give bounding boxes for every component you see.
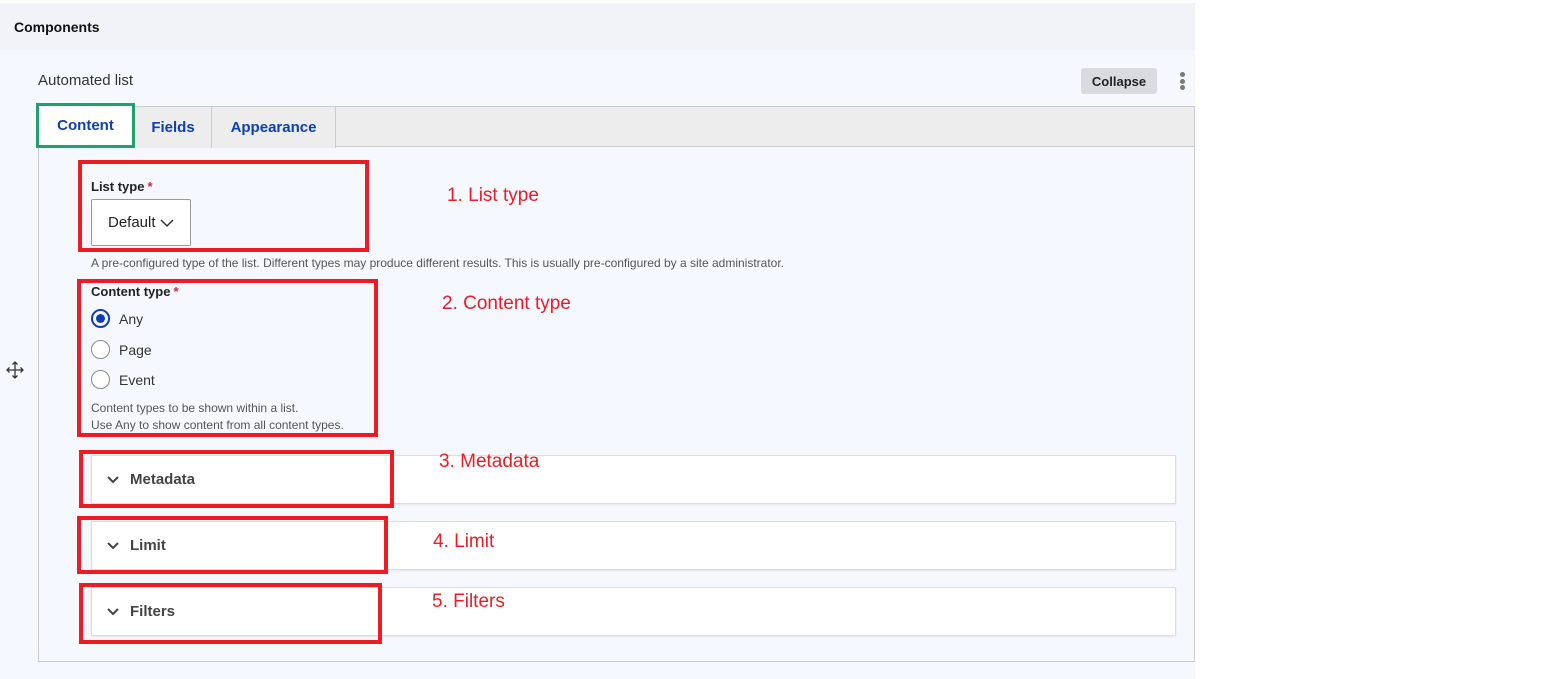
radio-unchecked-icon[interactable] bbox=[91, 370, 110, 389]
tab-fields[interactable]: Fields bbox=[135, 107, 212, 148]
section-label: Filters bbox=[130, 603, 176, 620]
content-type-description: Content types to be shown within a list. bbox=[91, 401, 299, 415]
content-type-label: Content type * bbox=[91, 284, 179, 299]
content-type-label-text: Content type bbox=[91, 284, 171, 299]
limit-section-toggle[interactable]: Limit bbox=[91, 521, 1176, 570]
chevron-down-icon bbox=[160, 218, 174, 227]
section-label: Limit bbox=[130, 537, 166, 554]
filters-section-toggle[interactable]: Filters bbox=[91, 587, 1176, 636]
list-type-description: A pre-configured type of the list. Diffe… bbox=[91, 256, 785, 270]
radio-event[interactable]: Event bbox=[91, 370, 155, 389]
list-type-select[interactable]: Default bbox=[91, 199, 191, 246]
tab-appearance[interactable]: Appearance bbox=[212, 107, 336, 148]
tab-panel bbox=[38, 106, 1195, 662]
drag-move-icon[interactable] bbox=[5, 360, 25, 380]
component-title: Automated list bbox=[38, 72, 134, 89]
annotation-label: 3. Metadata bbox=[439, 451, 540, 472]
metadata-section-toggle[interactable]: Metadata bbox=[91, 455, 1176, 504]
annotation-label: 4. Limit bbox=[433, 531, 495, 552]
annotation-label: 5. Filters bbox=[432, 591, 505, 612]
radio-label: Page bbox=[119, 341, 152, 358]
chevron-down-icon bbox=[107, 607, 119, 615]
radio-label: Any bbox=[119, 310, 144, 327]
list-type-label: List type * bbox=[91, 179, 153, 194]
radio-label: Event bbox=[119, 371, 155, 388]
annotation-label: 1. List type bbox=[447, 185, 539, 206]
collapse-button[interactable]: Collapse bbox=[1081, 68, 1157, 94]
required-marker: * bbox=[173, 284, 179, 299]
more-actions-icon[interactable] bbox=[1176, 70, 1188, 92]
chevron-down-icon bbox=[107, 541, 119, 549]
tab-content[interactable]: Content bbox=[36, 103, 135, 148]
section-label: Metadata bbox=[130, 471, 196, 488]
radio-page[interactable]: Page bbox=[91, 340, 152, 359]
annotation-label: 2. Content type bbox=[442, 293, 571, 314]
list-type-value: Default bbox=[108, 214, 156, 231]
radio-checked-icon[interactable] bbox=[91, 309, 110, 328]
list-type-label-text: List type bbox=[91, 179, 145, 194]
chevron-down-icon bbox=[107, 475, 119, 483]
radio-unchecked-icon[interactable] bbox=[91, 340, 110, 359]
required-marker: * bbox=[147, 179, 153, 194]
components-header bbox=[0, 3, 1195, 50]
radio-any[interactable]: Any bbox=[91, 309, 143, 328]
components-title: Components bbox=[14, 19, 100, 35]
content-type-description: Use Any to show content from all content… bbox=[91, 418, 344, 432]
